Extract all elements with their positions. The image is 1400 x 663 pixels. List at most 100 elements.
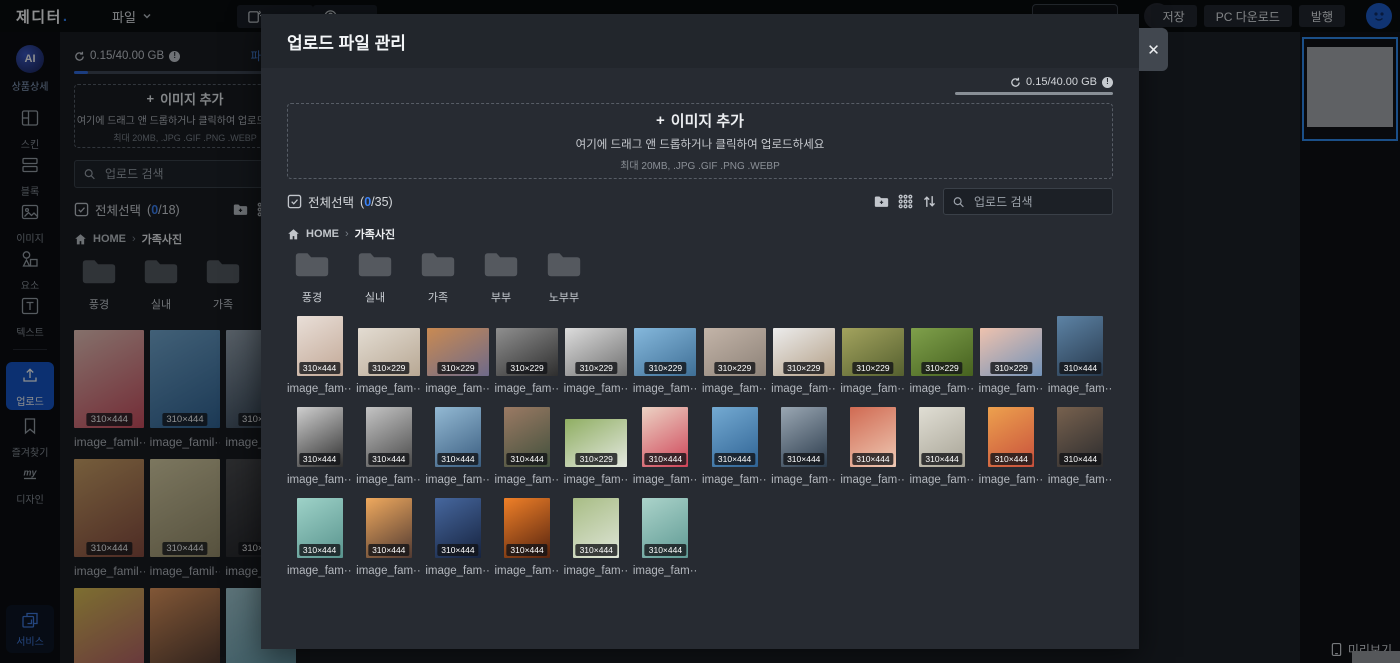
file-card[interactable]: 310×444image_fam··· <box>702 407 767 486</box>
file-card[interactable]: 310×444 image_fam··· <box>840 407 905 486</box>
file-card[interactable]: 310×229 image_fam··· <box>564 316 629 395</box>
file-card[interactable]: 310×229 image_fam··· <box>979 316 1044 395</box>
file-card[interactable]: 310×229image_fam··· <box>909 316 974 395</box>
total-count: 35 <box>375 195 389 209</box>
folder-item[interactable]: 실내 <box>350 250 400 305</box>
size-badge: 310×444 <box>991 453 1032 465</box>
file-card[interactable]: 310×444 image_fam··· <box>564 498 629 577</box>
file-card[interactable]: 310×444image_fam··· <box>771 407 836 486</box>
file-thumbnail: 310×444 <box>504 498 550 558</box>
home-icon[interactable] <box>287 228 300 241</box>
file-thumbnail: 310×444 <box>435 498 481 558</box>
file-card[interactable]: 310×444image_fam··· <box>633 407 698 486</box>
file-card[interactable]: 310×229image_fam··· <box>633 316 698 395</box>
file-name: image_fam··· <box>356 383 421 395</box>
file-card[interactable]: 310×444image_fam··· <box>494 498 559 577</box>
file-name: image_fam··· <box>564 383 629 395</box>
folder-icon <box>546 250 582 284</box>
file-card[interactable]: 310×444image_fam··· <box>425 407 490 486</box>
file-name: image_fam··· <box>494 474 559 486</box>
file-name: image_fam··· <box>840 474 905 486</box>
file-card[interactable]: 310×229 image_fam··· <box>356 316 421 395</box>
file-name: image_fam··· <box>287 383 352 395</box>
file-thumbnail: 310×229 <box>565 328 627 376</box>
size-badge: 310×444 <box>921 453 962 465</box>
file-thumbnail: 310×444 <box>366 498 412 558</box>
file-name: image_fam··· <box>494 383 559 395</box>
file-thumbnail: 310×444 <box>919 407 965 467</box>
sort-button[interactable] <box>922 194 937 209</box>
plus-icon: + <box>656 112 665 129</box>
file-thumbnail: 310×444 <box>1057 407 1103 467</box>
file-card[interactable]: 310×444image_fam··· <box>633 498 698 577</box>
breadcrumb-home[interactable]: HOME <box>306 228 339 240</box>
file-card[interactable]: 310×444image_fam··· <box>1048 316 1113 395</box>
storage-progress-bar <box>955 92 1113 95</box>
file-card[interactable]: 310×444 image_fam··· <box>1048 407 1113 486</box>
file-thumbnail: 310×229 <box>358 328 420 376</box>
upload-search-input[interactable] <box>943 188 1113 215</box>
file-thumbnail: 310×229 <box>427 328 489 376</box>
file-thumbnail: 310×229 <box>842 328 904 376</box>
folder-item[interactable]: 풍경 <box>287 250 337 305</box>
folder-item[interactable]: 가족 <box>413 250 463 305</box>
file-card[interactable]: 310×444image_fam··· <box>287 407 352 486</box>
select-all-checkbox[interactable] <box>287 194 302 209</box>
modal-toolbar: 전체선택 (0/35) <box>287 188 1113 215</box>
size-badge: 310×444 <box>714 453 755 465</box>
file-thumbnail: 310×229 <box>496 328 558 376</box>
file-card[interactable]: 310×229image_fam··· <box>840 316 905 395</box>
refresh-icon[interactable] <box>1010 77 1021 88</box>
size-badge: 310×229 <box>437 362 478 374</box>
modal-title: 업로드 파일 관리 <box>287 29 406 54</box>
file-thumbnail: 310×444 <box>781 407 827 467</box>
file-card[interactable]: 310×444image_fam··· <box>909 407 974 486</box>
file-card[interactable]: 310×229image_fam··· <box>702 316 767 395</box>
file-thumbnail: 310×444 <box>435 407 481 467</box>
selection-count: (0/35) <box>360 195 393 209</box>
file-card[interactable]: 310×229image_fam··· <box>425 316 490 395</box>
file-name: image_fam··· <box>702 383 767 395</box>
folder-item[interactable]: 부부 <box>476 250 526 305</box>
file-card[interactable]: 310×444image_fam··· <box>356 498 421 577</box>
file-card[interactable]: 310×444image_fam··· <box>356 407 421 486</box>
add-folder-button[interactable] <box>874 194 889 209</box>
file-card[interactable]: 310×444image_fam··· <box>287 316 352 395</box>
file-name: image_fam··· <box>1048 474 1113 486</box>
size-badge: 310×229 <box>506 362 547 374</box>
file-thumbnail: 310×444 <box>573 498 619 558</box>
file-name: image_fam··· <box>771 383 836 395</box>
folder-label: 풍경 <box>302 289 322 305</box>
file-card[interactable]: 310×229image_fam··· <box>771 316 836 395</box>
file-name: image_fam··· <box>979 383 1044 395</box>
breadcrumb: HOME › 가족사진 <box>287 226 1113 242</box>
file-card[interactable]: 310×444image_fam··· <box>979 407 1044 486</box>
dropzone-subtitle: 여기에 드래그 앤 드롭하거나 클릭하여 업로드하세요 <box>576 136 825 152</box>
size-badge: 310×229 <box>921 362 962 374</box>
image-dropzone[interactable]: +이미지 추가 여기에 드래그 앤 드롭하거나 클릭하여 업로드하세요 최대 2… <box>287 103 1113 179</box>
file-card[interactable]: 310×444image_fam··· <box>425 498 490 577</box>
size-badge: 310×444 <box>368 544 409 556</box>
file-card[interactable]: 310×229 image_fam··· <box>494 316 559 395</box>
size-badge: 310×229 <box>576 362 617 374</box>
file-card[interactable]: 310×444image_fam··· <box>287 498 352 577</box>
folder-icon <box>294 250 330 284</box>
file-name: image_fam··· <box>564 565 629 577</box>
file-card[interactable]: 310×444 image_fam··· <box>494 407 559 486</box>
modal-close-button[interactable]: ✕ <box>1139 28 1168 71</box>
file-card[interactable]: 310×229image_fam··· <box>564 407 629 486</box>
storage-indicator: 0.15/40.00 GB ! <box>287 76 1113 88</box>
folder-item[interactable]: 노부부 <box>539 250 589 305</box>
file-thumbnail: 310×444 <box>504 407 550 467</box>
info-icon[interactable]: ! <box>1102 77 1113 88</box>
search-icon <box>952 195 965 208</box>
size-badge: 310×444 <box>506 544 547 556</box>
file-name: image_fam··· <box>564 474 629 486</box>
size-badge: 310×444 <box>437 544 478 556</box>
grid-view-button[interactable] <box>898 194 913 209</box>
file-thumbnail: 310×229 <box>980 328 1042 376</box>
upload-search <box>943 188 1113 215</box>
close-icon: ✕ <box>1147 41 1160 59</box>
size-badge: 310×444 <box>852 453 893 465</box>
file-thumbnail: 310×444 <box>297 498 343 558</box>
